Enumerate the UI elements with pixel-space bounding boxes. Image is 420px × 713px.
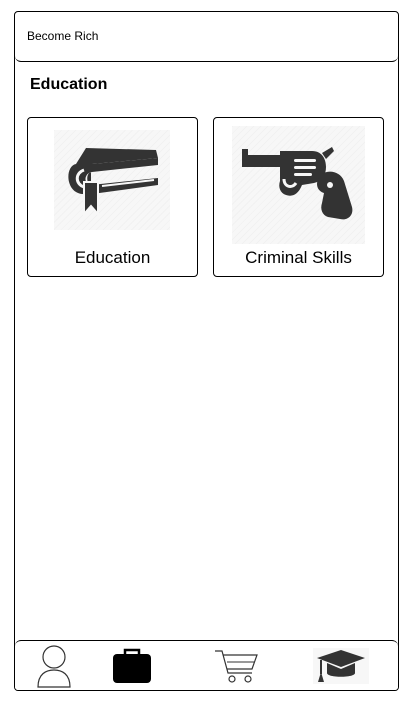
bottom-navigation: [15, 640, 398, 690]
nav-profile[interactable]: [31, 641, 77, 690]
nav-education[interactable]: [311, 641, 371, 690]
shopping-cart-icon: [215, 649, 258, 683]
app-title: Become Rich: [27, 29, 99, 43]
education-card[interactable]: Education: [27, 117, 198, 277]
app-header: Become Rich: [15, 12, 398, 62]
education-card-image: [54, 130, 170, 230]
app-frame: Become Rich Education Education Criminal…: [14, 11, 399, 691]
briefcase-icon: [113, 648, 151, 683]
nav-shop[interactable]: [211, 641, 261, 690]
revolver-icon: [241, 147, 352, 220]
book-icon: [68, 148, 158, 216]
nav-jobs[interactable]: [109, 641, 155, 690]
page-title: Education: [30, 76, 108, 93]
graduation-cap-icon: [313, 647, 369, 684]
criminal-skills-card[interactable]: Criminal Skills: [213, 117, 384, 277]
criminal-skills-card-image: [232, 126, 365, 244]
user-icon: [37, 644, 71, 688]
card-label-education: Education: [74, 248, 151, 267]
card-label-criminal-skills: Criminal Skills: [245, 248, 352, 267]
